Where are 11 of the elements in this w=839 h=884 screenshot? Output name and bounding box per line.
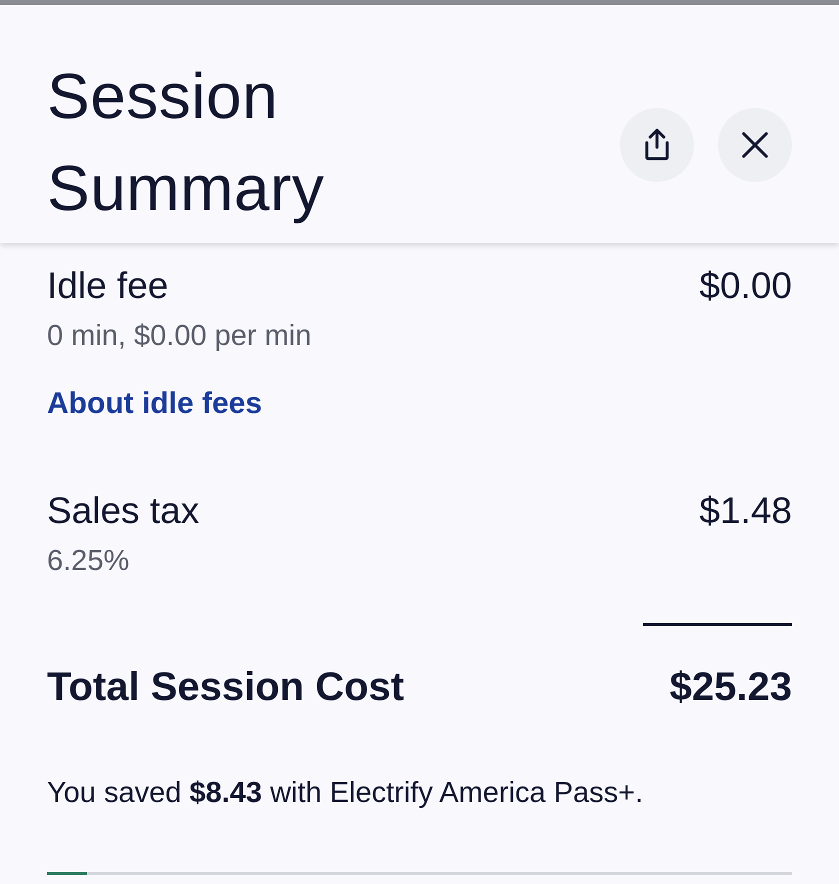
fee-amount: $0.00 xyxy=(699,264,792,308)
savings-note: You saved $8.43 with Electrify America Pass+. xyxy=(47,777,644,809)
about-link[interactable]: About idle fees xyxy=(47,385,262,423)
fee-detail: 0 min, $0.00 per min xyxy=(47,320,312,352)
fee-amount: $1.48 xyxy=(699,489,792,533)
fee-label: Sales tax xyxy=(47,489,200,533)
page-title: Session Summary xyxy=(47,59,326,226)
total-label: Total Session Cost xyxy=(47,664,404,711)
fee-detail: 6.25% xyxy=(47,545,130,577)
total-amount: $25.23 xyxy=(670,664,792,711)
fee-label: Idle fee xyxy=(47,264,168,308)
